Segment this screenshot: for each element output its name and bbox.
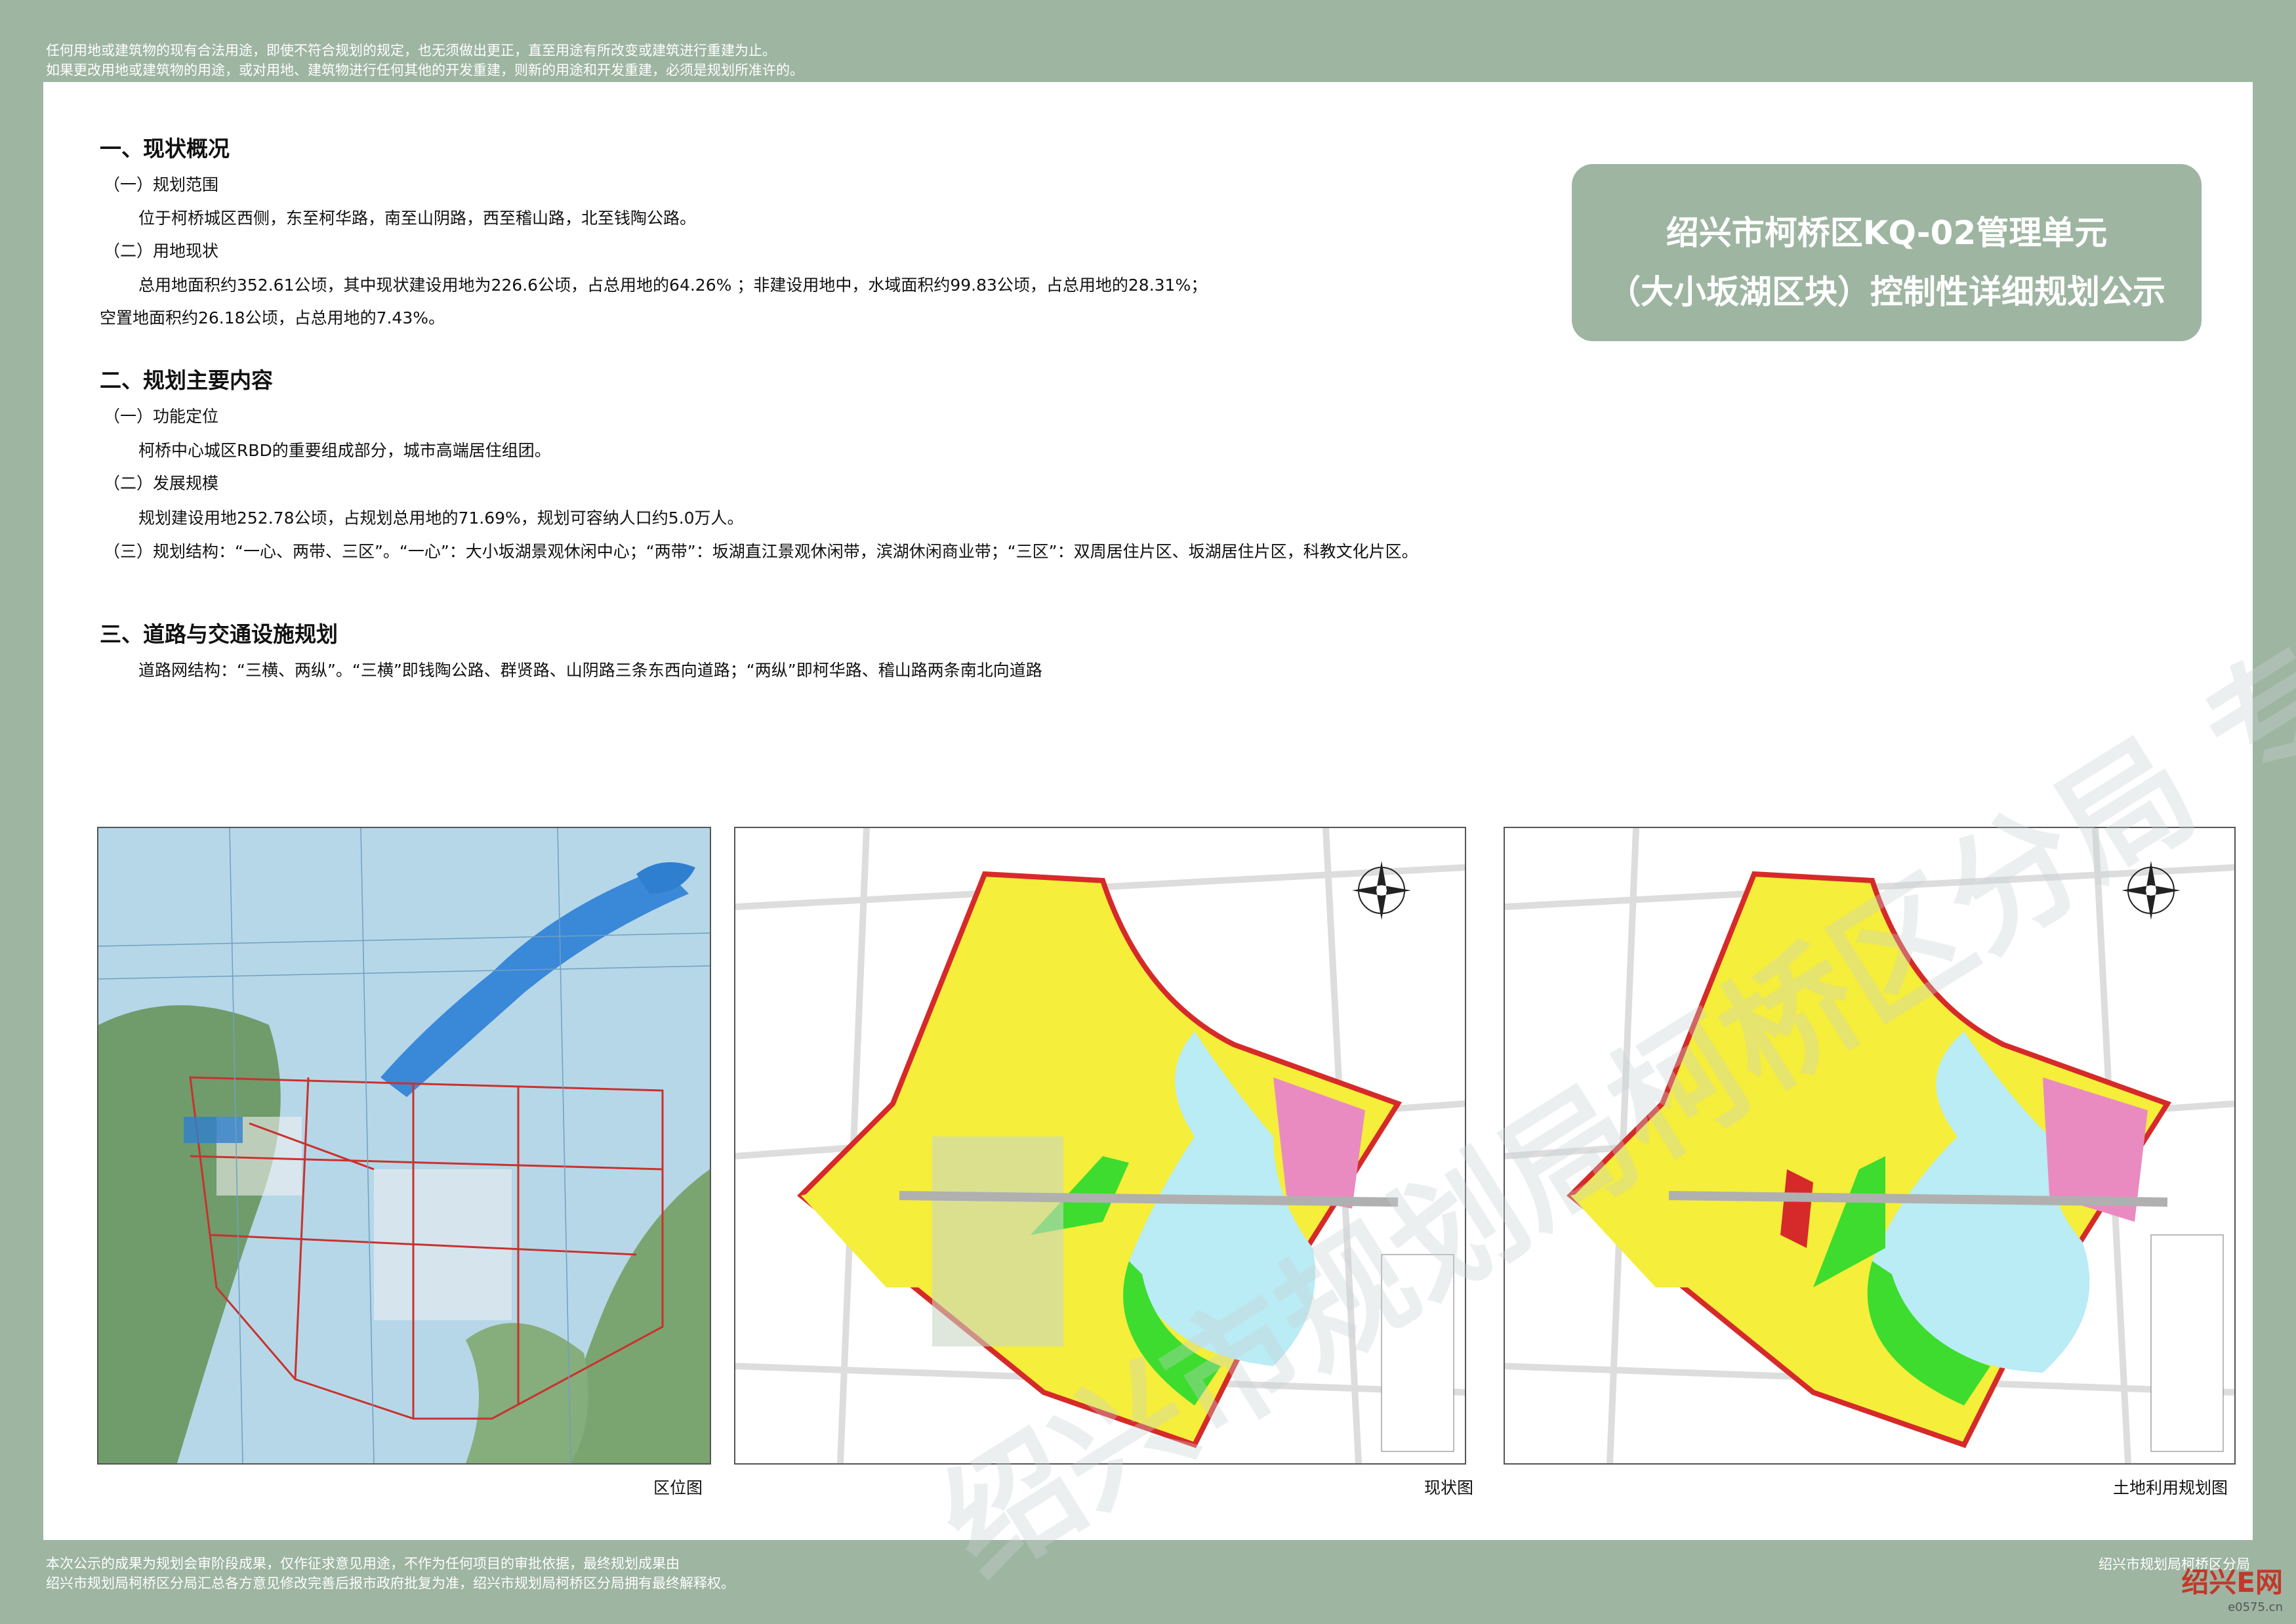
logo-domain: e0575.cn <box>2228 1600 2283 1614</box>
location-map-caption: 区位图 <box>653 1478 703 1497</box>
s3-text: 道路网结构：“三横、两纵”。“三横”即钱陶公路、群贤路、山阴路三条东西向道路；“… <box>138 661 1042 680</box>
current-status-map-caption: 现状图 <box>1424 1478 1474 1497</box>
title-box: 绍兴市柯桥区KQ-02管理单元 （大小坂湖区块）控制性详细规划公示 <box>1572 164 2202 341</box>
s2-sub1: （一）功能定位 <box>104 407 219 426</box>
section-3-heading: 三、道路与交通设施规划 <box>100 621 338 647</box>
s2-sub2-text: 规划建设用地252.78公顷，占规划总用地的71.69%，规划可容纳人口约5.0… <box>138 509 744 528</box>
top-notice-line: 如果更改用地或建筑物的用途，或对用地、建筑物进行任何其他的开发重建，则新的用途和… <box>46 62 804 78</box>
bottom-notice: 本次公示的成果为规划会审阶段成果，仅作征求意见用途，不作为任何项目的审批依据，最… <box>46 1554 735 1593</box>
s1-sub2: （二）用地现状 <box>104 241 219 260</box>
section-2-heading: 二、规划主要内容 <box>100 367 273 393</box>
s1-sub2-text2: 空置地面积约26.18公顷，占总用地的7.43%。 <box>100 308 445 327</box>
current-status-map <box>734 827 1466 1465</box>
title-line-2: （大小坂湖区块）控制性详细规划公示 <box>1608 273 2165 311</box>
bottom-notice-line: 绍兴市规划局柯桥区分局汇总各方意见修改完善后报市政府批复为准，绍兴市规划局柯桥区… <box>46 1575 735 1591</box>
top-notice-line: 任何用地或建筑物的现有合法用途，即使不符合规划的规定，也无须做出更正，直至用途有… <box>46 43 776 58</box>
s2-sub3: （三）规划结构：“一心、两带、三区”。“一心”：大小坂湖景观休闲中心；“两带”：… <box>104 542 1418 561</box>
document-sheet: 一、现状概况 （一）规划范围 位于柯桥城区西侧，东至柯华路，南至山阴路，西至稽山… <box>43 82 2296 1606</box>
s1-sub2-text1: 总用地面积约352.61公顷，其中现状建设用地为226.6公顷，占总用地的64.… <box>138 276 1208 295</box>
top-notice: 任何用地或建筑物的现有合法用途，即使不符合规划的规定，也无须做出更正，直至用途有… <box>46 41 804 80</box>
s2-sub1-text: 柯桥中心城区RBD的重要组成部分，城市高端居住组团。 <box>138 441 551 460</box>
land-use-plan-map <box>1504 827 2236 1465</box>
location-map <box>97 827 711 1465</box>
site-logo: 绍兴E网 e0575.cn <box>2181 1560 2283 1614</box>
land-use-plan-map-caption: 土地利用规划图 <box>2113 1478 2228 1497</box>
s2-sub2: （二）发展规模 <box>104 474 219 493</box>
title-line-1: 绍兴市柯桥区KQ-02管理单元 <box>1666 214 2108 252</box>
logo-name: 绍兴E网 <box>2181 1566 2283 1598</box>
bottom-notice-line: 本次公示的成果为规划会审阶段成果，仅作征求意见用途，不作为任何项目的审批依据，最… <box>46 1556 680 1572</box>
s1-sub1-text: 位于柯桥城区西侧，东至柯华路，南至山阴路，西至稽山路，北至钱陶公路。 <box>138 209 697 228</box>
section-1-heading: 一、现状概况 <box>100 136 230 161</box>
s1-sub1: （一）规划范围 <box>104 175 219 194</box>
